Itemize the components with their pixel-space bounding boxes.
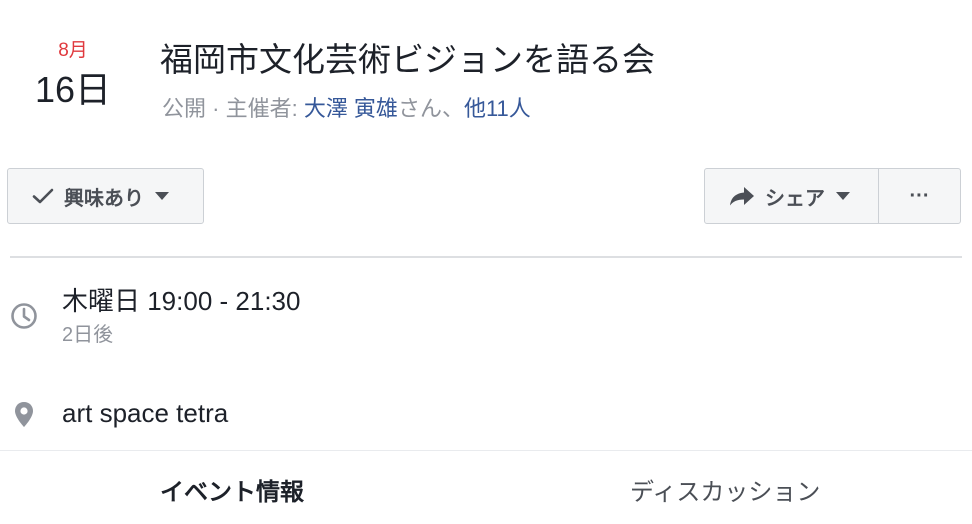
event-subtitle: 公開 · 主催者: 大澤 寅雄さん、他11人 <box>162 94 531 124</box>
host-suffix: さん、 <box>397 96 464 121</box>
tab-discussion[interactable]: ディスカッション <box>630 476 820 510</box>
interested-button[interactable]: 興味あり <box>7 168 204 224</box>
caret-down-icon <box>154 191 170 201</box>
caret-down-icon <box>835 191 851 201</box>
event-date: 8月 16日 <box>18 40 128 112</box>
host-prefix: 主催者: <box>225 96 304 121</box>
subtitle-separator: · <box>206 96 226 121</box>
section-divider <box>10 256 962 258</box>
more-options-label: ··· <box>909 184 930 207</box>
event-time[interactable]: 木曜日 19:00 - 21:30 <box>62 284 300 318</box>
event-location[interactable]: art space tetra <box>62 396 228 430</box>
event-time-relative: 2日後 <box>62 324 114 346</box>
event-day: 16日 <box>34 69 112 110</box>
event-month: 8月 <box>58 40 88 61</box>
clock-icon <box>10 302 38 335</box>
event-privacy: 公開 <box>162 96 207 121</box>
tabs-divider <box>0 450 972 451</box>
share-arrow-icon <box>729 186 755 206</box>
tab-event-info[interactable]: イベント情報 <box>160 476 304 510</box>
event-title: 福岡市文化芸術ビジョンを語る会 <box>160 41 655 78</box>
other-hosts-link[interactable]: 他11人 <box>464 96 531 121</box>
check-icon <box>32 187 54 205</box>
interested-label: 興味あり <box>64 187 144 210</box>
map-pin-icon <box>10 400 38 435</box>
share-label: シェア <box>765 187 825 210</box>
share-button[interactable]: シェア <box>704 168 879 224</box>
more-options-button[interactable]: ··· <box>878 168 961 224</box>
host-name-link[interactable]: 大澤 寅雄 <box>304 96 398 121</box>
